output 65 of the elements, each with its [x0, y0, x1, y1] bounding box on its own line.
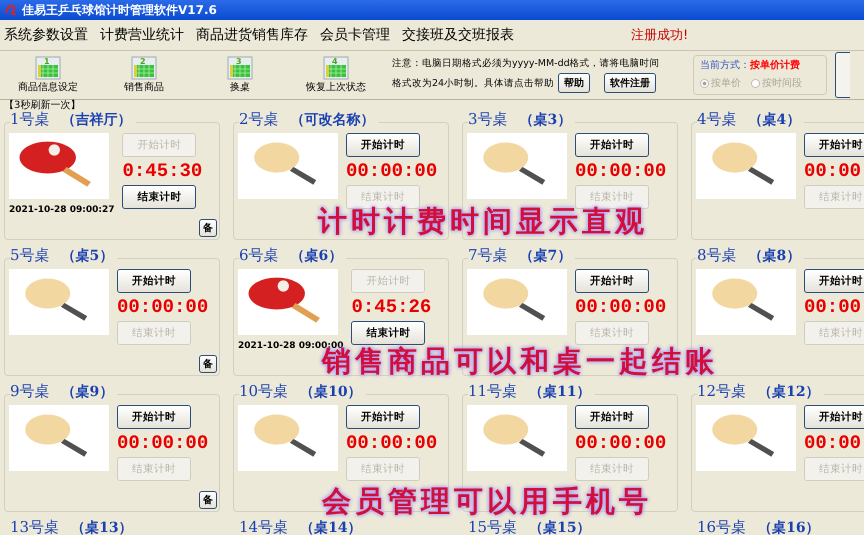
spreadsheet-icon: 1 [35, 56, 61, 80]
start-timer-button[interactable]: 开始计时 [117, 269, 191, 293]
start-timer-button[interactable]: 开始计时 [117, 405, 191, 429]
menu-item[interactable]: 系统参数设置 [4, 26, 88, 44]
table-name: 12号桌 （桌12） [697, 382, 824, 401]
mode-label: 当前方式： [700, 60, 750, 71]
start-timer-button[interactable]: 开始计时 [804, 405, 864, 429]
note-button[interactable]: 备 [199, 219, 217, 237]
logo-icon [4, 3, 18, 17]
table-name: 5号桌 （桌5） [10, 246, 118, 265]
elapsed-time: 00:00:00 [575, 432, 666, 454]
notice-text: 格式改为24小时制。具体请点击帮助 [392, 76, 554, 90]
elapsed-time: 0:45:30 [122, 160, 202, 182]
spreadsheet-icon: 2 [131, 56, 157, 80]
table-name: 3号桌 （桌3） [468, 110, 576, 129]
table-name: 11号桌 （桌11） [468, 382, 595, 401]
menu-item[interactable]: 计费营业统计 [100, 26, 184, 44]
elapsed-time: 00:00:00 [346, 432, 438, 454]
elapsed-time: 00:00:00 [575, 296, 666, 318]
cut-button[interactable] [835, 52, 850, 98]
menu-item[interactable]: 商品进货销售库存 [196, 26, 308, 44]
register-button[interactable]: 软件注册 [604, 73, 656, 93]
table-name: 1号桌 （吉祥厅） [10, 110, 136, 129]
note-button[interactable]: 备 [199, 491, 217, 509]
start-timer-button[interactable]: 开始计时 [575, 269, 649, 293]
table-name: 4号桌 （桌4） [697, 110, 804, 129]
elapsed-time: 00:00:00 [117, 296, 208, 318]
toolbar-button[interactable]: 4 恢复上次状态 [288, 56, 384, 94]
menu-item[interactable]: 交接班及交班报表 [402, 26, 514, 44]
spreadsheet-icon: 4 [323, 56, 349, 80]
note-button[interactable]: 备 [199, 355, 217, 373]
table-name: 7号桌 （桌7） [468, 246, 576, 265]
help-button[interactable]: 帮助 [558, 73, 590, 93]
elapsed-time: 00:00:00 [117, 432, 208, 454]
menu-item[interactable]: 会员卡管理 [320, 26, 390, 44]
start-timestamp: 2021-10-28 09:00:27 [9, 205, 114, 215]
table-name: 2号桌 （可改名称） [239, 110, 379, 129]
spreadsheet-icon: 3 [227, 56, 253, 80]
start-timer-button[interactable]: 开始计时 [804, 269, 864, 293]
mode-value: 按单价计费 [750, 60, 800, 71]
elapsed-time: 00:00 [804, 432, 862, 454]
table-name: 8号桌 （桌8） [697, 246, 804, 265]
start-timer-button[interactable]: 开始计时 [346, 405, 420, 429]
stop-timer-button[interactable]: 结束计时 [351, 321, 426, 345]
status-message: 注册成功! [631, 27, 688, 44]
toolbar-button[interactable]: 2 销售商品 [96, 56, 192, 94]
start-timer-button[interactable]: 开始计时 [575, 405, 649, 429]
start-timer-button[interactable]: 开始计时 [575, 133, 649, 157]
notice-text: 注意：电脑日期格式必须为yyyy-MM-dd格式，请将电脑时间 [392, 57, 661, 70]
elapsed-time: 00:00: [804, 296, 864, 318]
table-name: 9号桌 （桌9） [10, 382, 118, 401]
refresh-note: 【3秒刷新一次】 [3, 100, 82, 112]
toolbar-button[interactable]: 3 换桌 [192, 56, 288, 94]
elapsed-time: 00:00:00 [575, 160, 666, 182]
table-name: 10号桌 （桌10） [239, 382, 366, 401]
table-name: 6号桌 （桌6） [239, 246, 346, 265]
elapsed-time: 00:00: [804, 160, 864, 182]
stop-timer-button[interactable]: 结束计时 [122, 185, 196, 209]
elapsed-time: 0:45:26 [351, 296, 432, 318]
window-title: 佳易王乒乓球馆计时管理软件V17.6 [22, 2, 217, 18]
toolbar-button[interactable]: 1 商品信息设定 [0, 56, 96, 94]
start-timer-button[interactable]: 开始计时 [346, 133, 420, 157]
start-timer-button[interactable]: 开始计时 [804, 133, 864, 157]
feature-caption: 会员管理可以用手机号 [322, 483, 652, 520]
elapsed-time: 00:00:00 [346, 160, 438, 182]
